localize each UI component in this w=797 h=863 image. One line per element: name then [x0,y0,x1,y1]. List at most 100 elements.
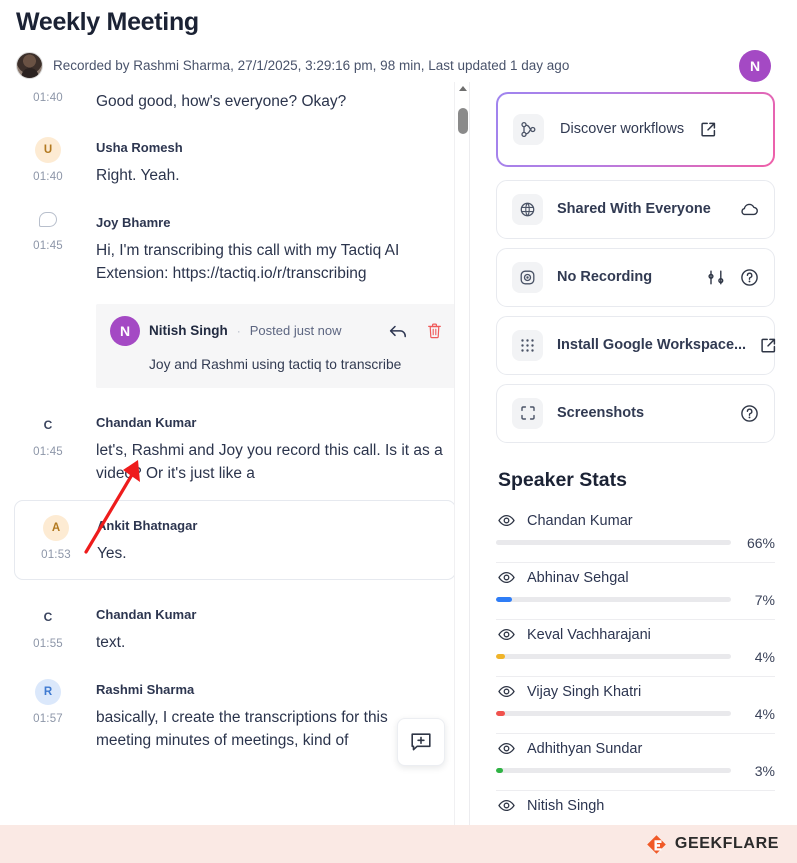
sidebar-card-screenshots[interactable]: Screenshots [496,383,775,443]
speaker-avatar: C [43,417,53,432]
transcript-row[interactable]: 01:40 Good good, how's everyone? Okay? [0,90,470,114]
speaker-stat-row: Chandan Kumar 66% [496,506,775,563]
turn-body: Good good, how's everyone? Okay? [96,90,444,114]
meeting-meta-row: Recorded by Rashmi Sharma, 27/1/2025, 3:… [16,49,781,82]
transcript-row: A 01:53 Ankit Bhatnagar Yes. [15,513,455,566]
speech-bubble-icon [39,211,57,227]
eye-icon[interactable] [498,571,515,584]
speaker-stat-bar-track [496,768,731,773]
recorder-avatar [16,52,43,79]
transcript-row[interactable]: C 01:55 Chandan Kumar text. [0,602,470,655]
transcript-row-card[interactable]: A 01:53 Ankit Bhatnagar Yes. [14,499,456,581]
add-comment-icon [411,732,431,750]
comment-author-avatar: N [110,315,140,346]
grid-dots-icon [512,329,543,361]
external-link-icon[interactable] [700,121,717,138]
scroll-up-arrow-icon[interactable] [459,85,467,91]
turn-gutter: A 01:53 [15,513,97,566]
turn-body: Usha Romesh Right. Yeah. [96,135,444,188]
speaker-stat-name: Vijay Singh Khatri [527,683,642,700]
speaker-stat-header: Keval Vachharajani [496,620,775,649]
speaker-stat-header: Adhithyan Sundar [496,734,775,763]
speaker-name: Rashmi Sharma [96,681,195,697]
sidebar-card-no-recording[interactable]: No Recording [496,247,775,307]
help-circle-icon[interactable] [740,404,759,423]
meeting-meta-text: Recorded by Rashmi Sharma, 27/1/2025, 3:… [53,58,570,73]
speaker-stat-bar-fill [496,768,504,773]
trash-icon[interactable] [427,323,442,339]
settings-sliders-icon[interactable] [707,269,726,286]
scrollbar-thumb[interactable] [458,107,468,134]
turn-text: text. [96,634,126,652]
turn-timestamp: 01:45 [33,445,63,458]
speaker-stat-header: Abhinav Sehgal [496,563,775,592]
sidebar-card-label: Shared With Everyone [557,201,711,217]
page-header: Weekly Meeting Recorded by Rashmi Sharma… [0,0,797,82]
transcript-row[interactable]: C 01:45 Chandan Kumar let's, Rashmi and … [0,410,470,486]
sidebar-card-label: Install Google Workspace... [557,337,747,353]
eye-icon[interactable] [498,799,515,812]
speaker-stat-bar-row: 7% [496,592,775,615]
brand-name: GEEKFLARE [674,835,779,852]
footer-bar: GEEKFLARE [0,825,797,863]
eye-icon[interactable] [498,514,515,527]
sidebar-card-label: No Recording [557,269,653,285]
speaker-avatar: A [43,514,69,541]
eye-icon[interactable] [498,628,515,641]
speaker-avatar: U [35,137,61,164]
speaker-stat-bar-fill [496,654,506,659]
speaker-stat-name: Abhinav Sehgal [527,569,629,586]
comment-actions [389,323,442,339]
eye-icon[interactable] [498,742,515,755]
turn-text: Hi, I'm transcribing this call with my T… [96,241,400,283]
reply-arrow-icon[interactable] [389,324,407,338]
speaker-stat-percent: 7% [754,591,775,608]
sidebar-card-shared-with-everyone[interactable]: Shared With Everyone [496,179,775,239]
speaker-stat-bar-track [496,711,731,716]
speaker-name: Usha Romesh [96,140,183,156]
eye-icon[interactable] [498,685,515,698]
speaker-stat-bar-track [496,540,731,545]
turn-timestamp: 01:40 [33,91,63,104]
sidebar-card-actions [740,404,759,423]
transcript-scrollbar[interactable] [454,81,470,825]
globe-icon [512,193,543,225]
help-circle-icon[interactable] [740,268,759,287]
cloud-icon[interactable] [739,202,759,217]
speaker-stat-bar-row: 66% [496,535,775,558]
sidebar-card-install-google-workspace[interactable]: Install Google Workspace... [496,315,777,375]
transcript-row[interactable]: 01:45 Joy Bhamre Hi, I'm transcribing th… [0,210,470,388]
turn-text: Good good, how's everyone? Okay? [96,92,347,110]
add-comment-button[interactable] [397,717,445,766]
turn-text: Right. Yeah. [96,167,180,185]
speaker-stat-bar-fill [496,711,506,716]
speaker-stat-bar-track [496,654,731,659]
workflow-branch-icon [513,113,544,145]
speaker-stat-bar-fill [496,540,652,545]
turn-gutter: C 01:45 [0,410,96,486]
speaker-stat-header: Vijay Singh Khatri [496,677,775,706]
sidebar-card-actions [760,337,777,354]
sidebar-card-label: Discover workflows [560,121,685,137]
turn-gutter: 01:45 [0,210,96,388]
turn-gutter: U 01:40 [0,135,96,188]
turn-body: Chandan Kumar let's, Rashmi and Joy you … [96,410,444,486]
current-user-avatar[interactable]: N [739,49,771,82]
turn-gutter: 01:40 [0,90,96,114]
turn-body: Joy Bhamre Hi, I'm transcribing this cal… [96,210,456,388]
geekflare-logo-icon [647,834,666,854]
discover-workflows-highlight: Discover workflows [496,91,775,167]
sidebar-card-discover-workflows[interactable]: Discover workflows [498,93,773,165]
comment-separator: · [236,323,241,338]
speaker-avatar: C [43,610,53,625]
speaker-stat-percent: 4% [754,705,775,722]
speaker-stat-name: Keval Vachharajani [527,626,651,643]
speaker-name: Ankit Bhatnagar [97,517,198,533]
speaker-stat-header: Nitish Singh [496,791,775,820]
page-title: Weekly Meeting [16,8,199,36]
speaker-stat-percent: 3% [754,762,775,779]
turn-body: Ankit Bhatnagar Yes. [97,513,443,566]
transcript-row[interactable]: U 01:40 Usha Romesh Right. Yeah. [0,135,470,188]
external-link-icon[interactable] [760,337,777,354]
turn-body: Chandan Kumar text. [96,602,444,655]
